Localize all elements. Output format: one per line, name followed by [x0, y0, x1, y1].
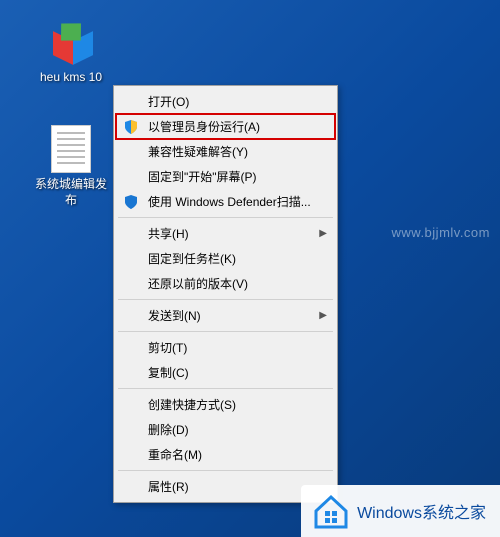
menu-separator	[118, 470, 333, 471]
menu-item-rename[interactable]: 重命名(M)	[116, 442, 335, 467]
document-icon	[47, 125, 95, 173]
menu-label: 属性(R)	[148, 478, 189, 495]
desktop-icon-doc[interactable]: 系统城编辑发布	[32, 125, 110, 208]
watermark-url: www.bjjmlv.com	[392, 225, 491, 240]
chevron-right-icon: ▶	[319, 228, 327, 239]
brand-text: Windows系统之家	[357, 499, 486, 523]
menu-item-pin-taskbar[interactable]: 固定到任务栏(K)	[116, 246, 335, 271]
defender-icon	[122, 193, 140, 211]
menu-separator	[118, 388, 333, 389]
icon-label: heu kms 10	[32, 70, 110, 86]
menu-label: 使用 Windows Defender扫描...	[148, 193, 311, 210]
house-icon	[311, 491, 351, 531]
menu-label: 以管理员身份运行(A)	[148, 118, 260, 135]
menu-item-run-as-admin[interactable]: 以管理员身份运行(A)	[116, 114, 335, 139]
desktop: heu kms 10 系统城编辑发布 打开(O) 以管理员身份运行(A) 兼容性…	[0, 0, 500, 537]
menu-label: 打开(O)	[148, 93, 189, 110]
menu-label: 兼容性疑难解答(Y)	[148, 143, 248, 160]
menu-label: 固定到"开始"屏幕(P)	[148, 168, 257, 185]
menu-label: 剪切(T)	[148, 339, 187, 356]
desktop-icon-heukms[interactable]: heu kms 10	[32, 18, 110, 86]
menu-label: 删除(D)	[148, 421, 189, 438]
cube-icon	[47, 18, 95, 66]
menu-label: 创建快捷方式(S)	[148, 396, 236, 413]
menu-label: 固定到任务栏(K)	[148, 250, 236, 267]
menu-item-cut[interactable]: 剪切(T)	[116, 335, 335, 360]
menu-item-delete[interactable]: 删除(D)	[116, 417, 335, 442]
menu-item-send-to[interactable]: 发送到(N) ▶	[116, 303, 335, 328]
menu-label: 复制(C)	[148, 364, 189, 381]
menu-item-compat-troubleshoot[interactable]: 兼容性疑难解答(Y)	[116, 139, 335, 164]
shield-icon	[122, 118, 140, 136]
menu-item-copy[interactable]: 复制(C)	[116, 360, 335, 385]
watermark-brand: Windows系统之家	[301, 485, 500, 537]
menu-label: 重命名(M)	[148, 446, 202, 463]
menu-item-restore-previous[interactable]: 还原以前的版本(V)	[116, 271, 335, 296]
menu-separator	[118, 299, 333, 300]
menu-item-pin-start[interactable]: 固定到"开始"屏幕(P)	[116, 164, 335, 189]
menu-item-create-shortcut[interactable]: 创建快捷方式(S)	[116, 392, 335, 417]
menu-item-open[interactable]: 打开(O)	[116, 89, 335, 114]
menu-label: 还原以前的版本(V)	[148, 275, 248, 292]
chevron-right-icon: ▶	[319, 310, 327, 321]
menu-separator	[118, 217, 333, 218]
menu-label: 发送到(N)	[148, 307, 201, 324]
menu-separator	[118, 331, 333, 332]
icon-label: 系统城编辑发布	[32, 177, 110, 208]
menu-item-share[interactable]: 共享(H) ▶	[116, 221, 335, 246]
menu-item-defender-scan[interactable]: 使用 Windows Defender扫描...	[116, 189, 335, 214]
context-menu: 打开(O) 以管理员身份运行(A) 兼容性疑难解答(Y) 固定到"开始"屏幕(P…	[113, 85, 338, 503]
menu-label: 共享(H)	[148, 225, 189, 242]
